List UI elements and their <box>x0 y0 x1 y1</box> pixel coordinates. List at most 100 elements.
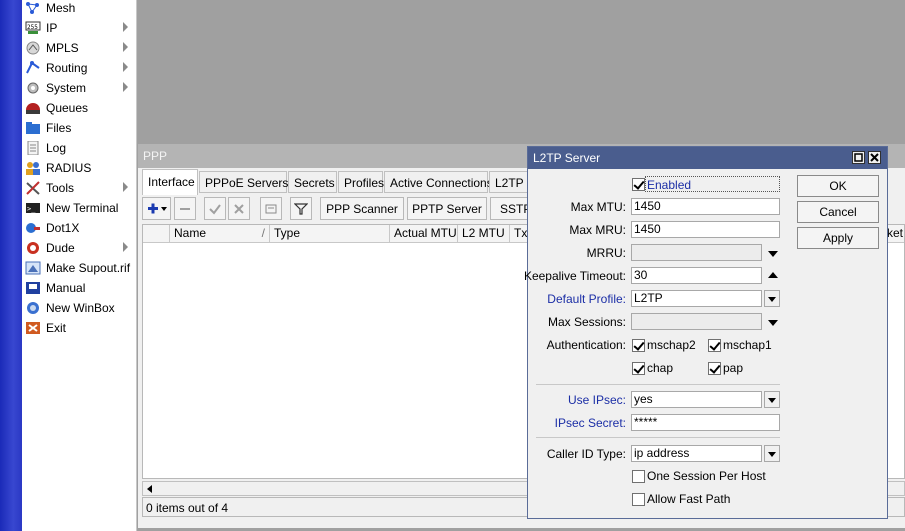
files-icon <box>25 121 41 135</box>
close-icon <box>870 153 879 162</box>
l2tp-server-dialog: L2TP Server Enabled Max MTU: 1450 Max MR… <box>524 146 888 519</box>
dialog-title: L2TP Server <box>533 151 601 165</box>
ppp-scanner-button[interactable]: PPP Scanner <box>320 197 404 220</box>
sidebar-item-exit[interactable]: Exit <box>22 318 136 338</box>
use-ipsec-dropdown-icon[interactable] <box>764 391 780 408</box>
plus-icon <box>147 203 167 213</box>
column-header-l2-mtu[interactable]: L2 MTU <box>458 225 510 242</box>
cancel-button[interactable]: Cancel <box>797 201 879 223</box>
tab-active-connections[interactable]: Active Connections <box>384 171 493 193</box>
auth-chap-label: chap <box>647 361 674 375</box>
sidebar-item-system[interactable]: System <box>22 78 136 98</box>
l2tp-titlebar[interactable]: L2TP Server <box>528 147 887 169</box>
sidebar-item-ip[interactable]: 255 IP <box>22 18 136 38</box>
enable-button[interactable] <box>204 197 226 220</box>
sidebar-item-dude[interactable]: Dude <box>22 238 136 258</box>
svg-text:>_: >_ <box>27 205 36 213</box>
authentication-label: Authentication: <box>546 338 626 352</box>
max-mtu-input[interactable]: 1450 <box>631 198 780 215</box>
sidebar-item-label: New WinBox <box>46 301 115 315</box>
default-profile-select[interactable]: L2TP <box>631 290 762 307</box>
max-sessions-expand-icon[interactable] <box>767 316 779 328</box>
allow-fast-path-label: Allow Fast Path <box>647 492 731 506</box>
sidebar-item-new-winbox[interactable]: New WinBox <box>22 298 136 318</box>
sidebar-item-mesh[interactable]: Mesh <box>22 0 136 18</box>
apply-button[interactable]: Apply <box>797 227 879 249</box>
enabled-checkbox[interactable] <box>632 178 645 191</box>
column-header-flags[interactable] <box>143 225 170 242</box>
comment-button[interactable] <box>260 197 282 220</box>
keepalive-timeout-input[interactable]: 30 <box>631 267 762 284</box>
max-mtu-label: Max MTU: <box>570 200 626 214</box>
sidebar-item-manual[interactable]: Manual <box>22 278 136 298</box>
sidebar-item-radius[interactable]: RADIUS <box>22 158 136 178</box>
sidebar-item-label: Mesh <box>46 1 76 15</box>
sidebar-item-tools[interactable]: Tools <box>22 178 136 198</box>
mrru-expand-icon[interactable] <box>767 247 779 259</box>
keepalive-collapse-icon[interactable] <box>767 270 779 282</box>
dude-icon <box>25 241 41 255</box>
sidebar-item-files[interactable]: Files <box>22 118 136 138</box>
cross-icon <box>234 203 244 214</box>
tab-pppoe-servers[interactable]: PPPoE Servers <box>199 171 288 193</box>
sidebar-item-label: Routing <box>46 61 88 75</box>
ok-button[interactable]: OK <box>797 175 879 197</box>
one-session-per-host-checkbox[interactable] <box>632 470 645 483</box>
sidebar-item-label: Queues <box>46 101 89 115</box>
allow-fast-path-checkbox[interactable] <box>632 493 645 506</box>
scroll-left-icon[interactable] <box>145 483 155 495</box>
column-header-actual-mtu[interactable]: Actual MTU <box>390 225 458 242</box>
column-header-name[interactable]: Name / <box>170 225 270 242</box>
sidebar-item-label: New Terminal <box>46 201 119 215</box>
one-session-per-host-label: One Session Per Host <box>647 469 766 483</box>
brand-strip <box>0 0 22 531</box>
caller-id-type-dropdown-icon[interactable] <box>764 445 780 462</box>
auth-chap-checkbox[interactable] <box>632 362 645 375</box>
maximize-button[interactable] <box>852 151 865 164</box>
caller-id-type-select[interactable]: ip address <box>631 445 762 462</box>
max-mru-input[interactable]: 1450 <box>631 221 780 238</box>
sidebar-item-label: MPLS <box>46 41 79 55</box>
sidebar-item-log[interactable]: Log <box>22 138 136 158</box>
sidebar-item-queues[interactable]: Queues <box>22 98 136 118</box>
sidebar-item-label: Dot1X <box>46 221 80 235</box>
tab-profiles[interactable]: Profiles <box>338 171 384 193</box>
submenu-arrow-icon <box>123 62 128 72</box>
auth-pap-label: pap <box>723 361 744 375</box>
mrru-input[interactable] <box>631 244 762 261</box>
add-button[interactable] <box>142 197 171 220</box>
column-header-type[interactable]: Type <box>270 225 390 242</box>
tab-secrets[interactable]: Secrets <box>288 171 337 193</box>
manual-icon <box>25 281 41 295</box>
auth-pap-checkbox[interactable] <box>708 362 721 375</box>
close-button[interactable] <box>868 151 881 164</box>
disable-button[interactable] <box>228 197 250 220</box>
log-icon <box>25 140 41 156</box>
max-sessions-label: Max Sessions: <box>547 315 626 329</box>
auth-mschap2-checkbox[interactable] <box>632 339 645 352</box>
sidebar-item-make-supout[interactable]: Make Supout.rif <box>22 258 136 278</box>
use-ipsec-label: Use IPsec: <box>567 393 626 407</box>
remove-button[interactable] <box>174 197 196 220</box>
tab-interface[interactable]: Interface <box>142 169 198 195</box>
auth-mschap1-label: mschap1 <box>723 338 772 352</box>
max-sessions-input[interactable] <box>631 313 762 330</box>
sidebar-item-label: RADIUS <box>46 161 92 175</box>
sstp-server-button[interactable]: SSTP <box>490 197 531 220</box>
exit-icon <box>25 321 41 335</box>
tab-l2tp[interactable]: L2TP <box>489 171 529 193</box>
ipsec-secret-input[interactable]: ***** <box>631 414 780 431</box>
submenu-arrow-icon <box>123 242 128 252</box>
default-profile-dropdown-icon[interactable] <box>764 290 780 307</box>
use-ipsec-select[interactable]: yes <box>631 391 762 408</box>
sidebar-item-routing[interactable]: Routing <box>22 58 136 78</box>
pptp-server-button[interactable]: PPTP Server <box>407 197 487 220</box>
auth-mschap1-checkbox[interactable] <box>708 339 721 352</box>
sidebar-item-dot1x[interactable]: Dot1X <box>22 218 136 238</box>
sort-indicator-icon: / <box>261 226 265 240</box>
sidebar-item-label: Manual <box>46 281 86 295</box>
sidebar-item-mpls[interactable]: MPLS <box>22 38 136 58</box>
maximize-icon <box>854 153 863 162</box>
filter-button[interactable] <box>290 197 312 220</box>
sidebar-item-new-terminal[interactable]: >_ New Terminal <box>22 198 136 218</box>
